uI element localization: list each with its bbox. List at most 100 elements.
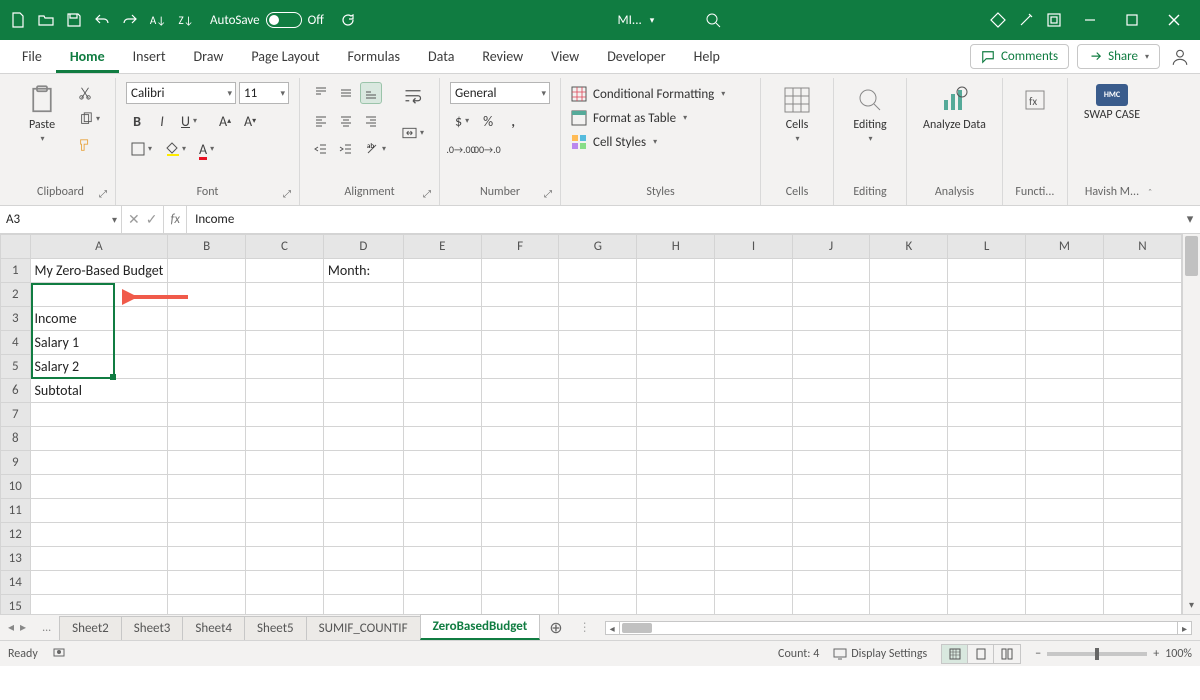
cell-J15[interactable] <box>792 595 870 615</box>
cell-N6[interactable] <box>1104 379 1182 403</box>
cell-K15[interactable] <box>870 595 948 615</box>
font-color-button[interactable]: A▾ <box>194 138 219 160</box>
cell-H13[interactable] <box>637 547 715 571</box>
cell-M2[interactable] <box>1025 283 1103 307</box>
tab-review[interactable]: Review <box>468 42 537 73</box>
view-page-layout-icon[interactable] <box>968 645 994 663</box>
cell-B10[interactable] <box>168 475 246 499</box>
cell-B2[interactable] <box>168 283 246 307</box>
cell-H15[interactable] <box>637 595 715 615</box>
open-icon[interactable] <box>34 8 58 32</box>
cell-N2[interactable] <box>1104 283 1182 307</box>
bold-button[interactable]: B <box>126 110 148 132</box>
cell-I10[interactable] <box>715 475 793 499</box>
cell-A3[interactable]: Income <box>30 307 168 331</box>
cell-A1[interactable]: My Zero-Based Budget <box>30 259 168 283</box>
cell-H11[interactable] <box>637 499 715 523</box>
cell-J8[interactable] <box>792 427 870 451</box>
cell-K12[interactable] <box>870 523 948 547</box>
cell-A15[interactable] <box>30 595 168 615</box>
sort-asc-icon[interactable]: A↓ <box>146 8 170 32</box>
expand-formula-bar-icon[interactable]: ▾ <box>1180 206 1200 233</box>
cell-K10[interactable] <box>870 475 948 499</box>
cell-J10[interactable] <box>792 475 870 499</box>
cell-H14[interactable] <box>637 571 715 595</box>
cell-A2[interactable] <box>30 283 168 307</box>
cell-B15[interactable] <box>168 595 246 615</box>
cell-G11[interactable] <box>559 499 637 523</box>
shrink-font-button[interactable]: A▾ <box>239 110 261 132</box>
row-header-13[interactable]: 13 <box>1 547 31 571</box>
align-right-icon[interactable] <box>360 110 382 132</box>
tab-file[interactable]: File <box>8 42 56 73</box>
col-header-K[interactable]: K <box>870 235 948 259</box>
tab-draw[interactable]: Draw <box>180 42 238 73</box>
cell-I8[interactable] <box>715 427 793 451</box>
cell-L10[interactable] <box>948 475 1026 499</box>
cell-C15[interactable] <box>246 595 324 615</box>
cell-B1[interactable] <box>168 259 246 283</box>
indent-decrease-icon[interactable] <box>310 138 332 160</box>
cell-B3[interactable] <box>168 307 246 331</box>
italic-button[interactable]: I <box>151 110 173 132</box>
cell-L6[interactable] <box>948 379 1026 403</box>
col-header-E[interactable]: E <box>403 235 481 259</box>
cell-K9[interactable] <box>870 451 948 475</box>
font-size-select[interactable]: 11▾ <box>239 82 289 104</box>
cell-F12[interactable] <box>481 523 559 547</box>
cell-F14[interactable] <box>481 571 559 595</box>
cell-I11[interactable] <box>715 499 793 523</box>
align-left-icon[interactable] <box>310 110 332 132</box>
cell-F1[interactable] <box>481 259 559 283</box>
cell-K2[interactable] <box>870 283 948 307</box>
cell-G2[interactable] <box>559 283 637 307</box>
cell-A4[interactable]: Salary 1 <box>30 331 168 355</box>
row-header-11[interactable]: 11 <box>1 499 31 523</box>
accept-formula-icon[interactable]: ✓ <box>146 211 158 228</box>
cell-B6[interactable] <box>168 379 246 403</box>
align-bottom-icon[interactable] <box>360 82 382 104</box>
cell-L9[interactable] <box>948 451 1026 475</box>
zoom-in-icon[interactable]: + <box>1153 647 1159 661</box>
autosave-switch[interactable] <box>266 12 302 28</box>
cell-D4[interactable] <box>323 331 403 355</box>
cell-E2[interactable] <box>403 283 481 307</box>
cell-E12[interactable] <box>403 523 481 547</box>
cell-L7[interactable] <box>948 403 1026 427</box>
cell-H7[interactable] <box>637 403 715 427</box>
cell-I4[interactable] <box>715 331 793 355</box>
decrease-decimal-icon[interactable]: .00→.0 <box>475 138 497 160</box>
cell-A6[interactable]: Subtotal <box>30 379 168 403</box>
cell-M8[interactable] <box>1025 427 1103 451</box>
col-header-M[interactable]: M <box>1025 235 1103 259</box>
col-header-L[interactable]: L <box>948 235 1026 259</box>
cell-J2[interactable] <box>792 283 870 307</box>
cell-E14[interactable] <box>403 571 481 595</box>
col-header-B[interactable]: B <box>168 235 246 259</box>
tab-formulas[interactable]: Formulas <box>334 42 414 73</box>
tab-data[interactable]: Data <box>414 42 468 73</box>
align-middle-icon[interactable] <box>335 82 357 104</box>
cell-E5[interactable] <box>403 355 481 379</box>
cell-L12[interactable] <box>948 523 1026 547</box>
col-header-G[interactable]: G <box>559 235 637 259</box>
cell-D1[interactable]: Month: <box>323 259 403 283</box>
cell-H1[interactable] <box>637 259 715 283</box>
wrap-text-icon[interactable] <box>397 82 429 112</box>
cell-N9[interactable] <box>1104 451 1182 475</box>
cell-G6[interactable] <box>559 379 637 403</box>
cell-K14[interactable] <box>870 571 948 595</box>
tab-view[interactable]: View <box>537 42 593 73</box>
sheet-tab-sheet3[interactable]: Sheet3 <box>121 616 184 640</box>
col-header-C[interactable]: C <box>246 235 324 259</box>
cell-A10[interactable] <box>30 475 168 499</box>
cell-C13[interactable] <box>246 547 324 571</box>
cell-G3[interactable] <box>559 307 637 331</box>
cell-A9[interactable] <box>30 451 168 475</box>
sheet-tab-zerobasedbudget[interactable]: ZeroBasedBudget <box>420 614 541 640</box>
formula-input[interactable]: Income <box>187 206 1180 233</box>
close-icon[interactable] <box>1154 8 1194 32</box>
cell-B8[interactable] <box>168 427 246 451</box>
cell-A7[interactable] <box>30 403 168 427</box>
cell-K8[interactable] <box>870 427 948 451</box>
